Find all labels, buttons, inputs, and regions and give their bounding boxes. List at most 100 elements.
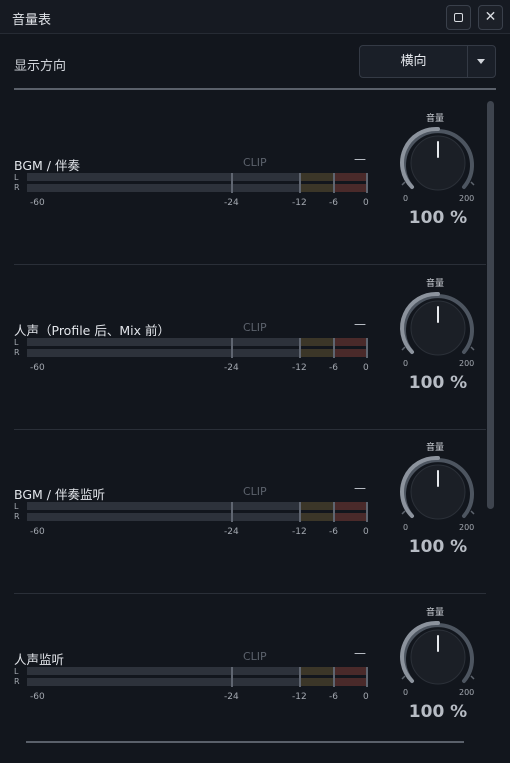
level-meter	[27, 173, 368, 193]
right-channel-label: R	[14, 676, 20, 686]
meter-tick	[299, 502, 301, 522]
meter-scale-label: 0	[363, 362, 369, 373]
meter-tick	[333, 502, 335, 522]
meter-tick	[366, 337, 368, 358]
channel-row: BGM / 伴奏监听 CLIP — L R -60 -24 -12 -6 0 音量 0 200 …	[0, 430, 486, 594]
display-direction-value: 横向	[360, 46, 468, 77]
meter-tick	[231, 502, 233, 522]
meter-tick	[366, 666, 368, 687]
meter-tick	[231, 173, 233, 193]
volume-value: 100 %	[408, 701, 468, 722]
level-bar-left	[27, 666, 367, 675]
meter-scale-label: -60	[30, 691, 45, 702]
clip-indicator[interactable]: CLIP	[243, 156, 267, 169]
meter-tick	[299, 666, 301, 687]
channel-row: 人声（Profile 后、Mix 前） CLIP — L R -60 -24 -12 -6 0 …	[0, 266, 486, 430]
peak-value: —	[354, 481, 366, 495]
meter-scale-label: 0	[363, 198, 369, 208]
meter-scale-label: -12	[292, 527, 307, 537]
meter-scale-label: -60	[30, 198, 45, 208]
meter-scale-label: -6	[329, 527, 338, 537]
left-channel-label: L	[14, 337, 19, 347]
volume-value: 100 %	[408, 208, 468, 228]
volume-knob-group: 音量 0 200 100 %	[398, 438, 476, 564]
meter-tick	[333, 337, 335, 358]
knob-min-label: 0	[403, 523, 409, 532]
right-channel-label: R	[14, 347, 20, 357]
clip-indicator[interactable]: CLIP	[243, 485, 267, 498]
knob-min-label: 0	[403, 194, 409, 203]
popout-icon	[454, 13, 463, 22]
volume-knob[interactable]	[398, 452, 478, 526]
chevron-down-icon[interactable]	[477, 59, 485, 64]
level-meter	[27, 666, 368, 687]
level-bar-right	[27, 184, 367, 192]
meter-scale-label: 0	[363, 527, 369, 537]
title-bar: 音量表 ✕	[0, 0, 510, 34]
channel-name: BGM / 伴奏监听	[14, 487, 105, 502]
meter-scale-label: -6	[329, 198, 338, 208]
knob-min-label: 0	[403, 687, 409, 697]
popout-button[interactable]	[446, 5, 471, 30]
level-bar-right	[27, 677, 367, 686]
meter-scale-label: -60	[30, 527, 45, 537]
level-bar-left	[27, 337, 367, 346]
meter-tick	[231, 337, 233, 358]
volume-knob[interactable]	[398, 617, 478, 691]
display-direction-label: 显示方向	[14, 59, 67, 74]
level-meter	[27, 337, 368, 358]
meter-scale-label: -12	[292, 362, 307, 373]
left-channel-label: L	[14, 502, 19, 511]
volume-knob[interactable]	[398, 288, 478, 362]
right-channel-label: R	[14, 512, 20, 521]
meter-tick	[231, 666, 233, 687]
meter-scale-label: -12	[292, 198, 307, 208]
peak-value: —	[354, 316, 366, 331]
meter-tick	[366, 502, 368, 522]
meter-scale-label: -6	[329, 362, 338, 373]
meter-scale-label: 0	[363, 691, 369, 702]
close-icon: ✕	[484, 9, 497, 25]
meter-scale-label: -24	[224, 691, 239, 702]
peak-value: —	[354, 152, 366, 166]
volume-value: 100 %	[408, 537, 468, 557]
clip-indicator[interactable]: CLIP	[243, 321, 267, 334]
meter-scale-label: -60	[30, 362, 45, 373]
knob-max-label: 200	[459, 194, 475, 203]
meter-tick	[299, 173, 301, 193]
volume-value: 100 %	[408, 372, 468, 393]
channel-row: 人声监听 CLIP — L R -60 -24 -12 -6 0 音量 0 200 100 %	[0, 595, 486, 759]
volume-knob[interactable]	[398, 123, 478, 197]
knob-max-label: 200	[459, 358, 475, 368]
channel-name: 人声（Profile 后、Mix 前）	[14, 322, 170, 338]
right-channel-label: R	[14, 183, 20, 192]
window-title: 音量表	[12, 13, 52, 28]
knob-max-label: 200	[459, 523, 475, 532]
level-bar-right	[27, 513, 367, 521]
meter-tick	[366, 173, 368, 193]
meter-tick	[333, 173, 335, 193]
divider	[14, 88, 496, 90]
clip-indicator[interactable]: CLIP	[243, 650, 267, 663]
meter-scale-label: -24	[224, 198, 239, 208]
volume-knob-group: 音量 0 200 100 %	[398, 274, 476, 400]
knob-min-label: 0	[403, 358, 409, 368]
divider	[26, 741, 464, 743]
level-bar-left	[27, 173, 367, 181]
volume-knob-group: 音量 0 200 100 %	[398, 109, 476, 235]
peak-value: —	[354, 645, 366, 660]
scrollbar-thumb[interactable]	[487, 101, 494, 509]
meter-scale-label: -6	[329, 691, 338, 702]
meter-scale-label: -24	[224, 362, 239, 373]
channel-name: BGM / 伴奏	[14, 158, 80, 173]
level-bar-right	[27, 348, 367, 357]
knob-max-label: 200	[459, 687, 475, 697]
meter-scale-label: -12	[292, 691, 307, 702]
channel-name: 人声监听	[14, 651, 65, 667]
channel-row: BGM / 伴奏 CLIP — L R -60 -24 -12 -6 0 音量 0 200 10…	[0, 101, 486, 265]
volume-knob-group: 音量 0 200 100 %	[398, 603, 476, 729]
left-channel-label: L	[14, 173, 19, 182]
display-direction-select[interactable]: 横向	[359, 45, 496, 78]
meter-tick	[333, 666, 335, 687]
close-button[interactable]: ✕	[478, 5, 503, 30]
